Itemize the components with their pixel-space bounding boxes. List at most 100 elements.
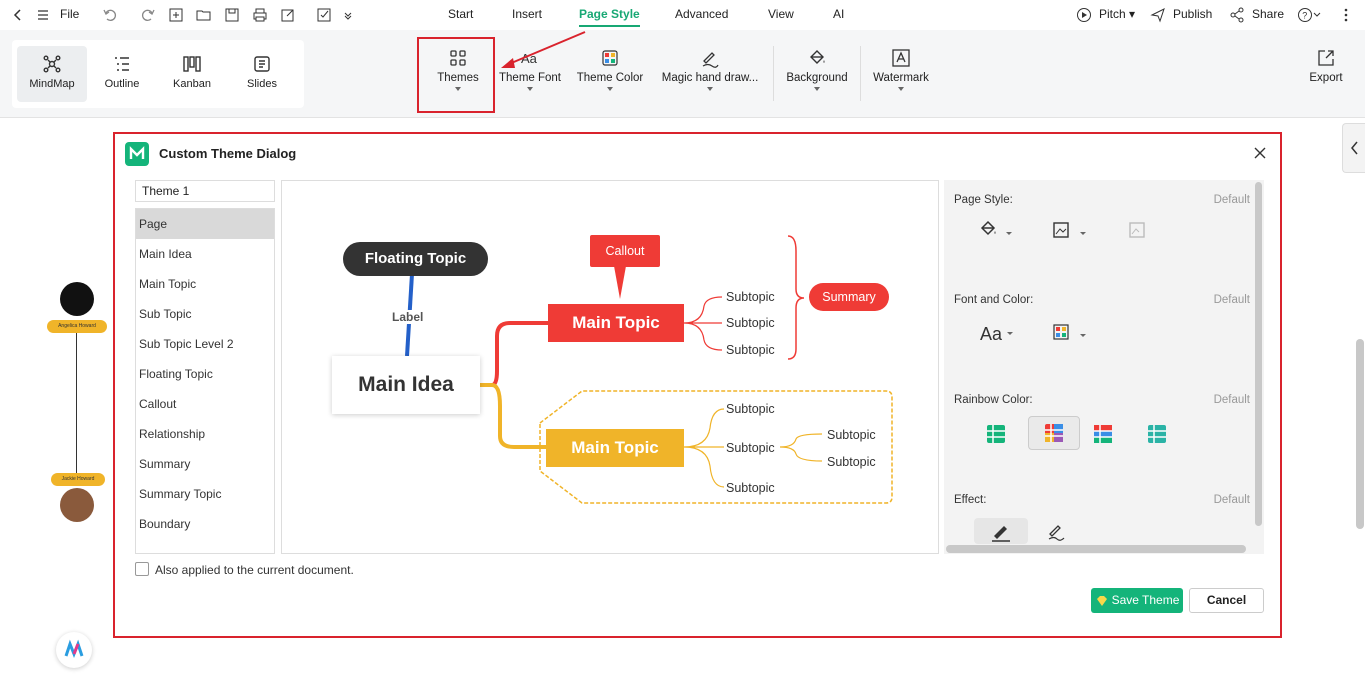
tab-page-style[interactable]: Page Style <box>579 7 640 27</box>
rainbow-option-selected[interactable] <box>1028 416 1080 450</box>
tab-advanced[interactable]: Advanced <box>675 7 728 21</box>
view-kanban-label: Kanban <box>173 78 211 90</box>
paint-bucket-icon <box>810 50 825 64</box>
watermark-image-icon <box>1129 222 1145 238</box>
undo-icon[interactable] <box>102 7 118 23</box>
help-icon[interactable]: ? <box>1297 7 1323 23</box>
close-icon[interactable] <box>1253 146 1267 160</box>
list-item-page[interactable]: Page <box>136 209 274 239</box>
back-icon[interactable] <box>12 8 24 22</box>
background-image-icon[interactable] <box>1048 218 1088 246</box>
preview-subtopic: Subtopic <box>726 481 775 495</box>
preview-callout: Callout <box>590 235 660 267</box>
task-icon[interactable] <box>316 7 332 23</box>
view-slides-label: Slides <box>247 78 277 90</box>
page-style-default: Default <box>1213 194 1250 206</box>
preview-subtopic: Subtopic <box>726 343 775 357</box>
file-menu[interactable]: File <box>60 7 79 21</box>
list-item-summary-topic[interactable]: Summary Topic <box>136 479 274 509</box>
preview-main-idea: Main Idea <box>332 356 480 414</box>
preview-summary: Summary <box>809 283 889 311</box>
background-fill-icon[interactable] <box>974 218 1014 246</box>
theme-font-caret <box>527 87 533 91</box>
person-node-label[interactable]: Jackie Howard <box>51 473 105 486</box>
sketch-effect-icon[interactable] <box>1042 518 1082 546</box>
avatar <box>60 282 94 316</box>
ribbon-divider <box>773 46 774 101</box>
export-small-icon[interactable] <box>280 7 300 23</box>
rainbow-option-colorful-icon[interactable] <box>1089 420 1129 448</box>
view-mindmap-button[interactable]: MindMap <box>17 46 87 102</box>
panel-horizontal-scrollbar[interactable] <box>946 545 1246 553</box>
publish-button[interactable]: Publish <box>1173 7 1212 21</box>
tab-view[interactable]: View <box>768 7 794 21</box>
redo-icon[interactable] <box>140 7 156 23</box>
slides-icon <box>254 56 270 72</box>
list-item-boundary[interactable]: Boundary <box>136 509 274 539</box>
save-theme-label: Save Theme <box>1111 593 1180 607</box>
pitch-button[interactable]: Pitch ▾ <box>1099 7 1135 21</box>
rainbow-option-teal-icon[interactable] <box>982 420 1022 448</box>
custom-theme-dialog: Custom Theme Dialog Page Main Idea Main … <box>113 132 1282 638</box>
pitch-icon <box>1077 8 1091 22</box>
theme-name-input[interactable] <box>135 180 275 202</box>
more-options-icon[interactable] <box>1338 7 1354 23</box>
font-aa-icon[interactable]: Aa <box>980 324 1002 345</box>
list-item-callout[interactable]: Callout <box>136 389 274 419</box>
list-item-main-idea[interactable]: Main Idea <box>136 239 274 269</box>
magic-hand-draw-caret <box>707 87 713 91</box>
print-icon[interactable] <box>252 7 268 23</box>
save-icon[interactable] <box>224 7 240 23</box>
view-slides-button[interactable]: Slides <box>227 46 297 102</box>
hamburger-menu-icon[interactable] <box>36 8 50 22</box>
avatar <box>60 488 94 522</box>
side-panel-toggle[interactable] <box>1342 123 1365 173</box>
background-button[interactable]: Background <box>785 48 849 91</box>
ribbon-toolbar: MindMap Outline Kanban Slides Themes Aa … <box>0 30 1365 118</box>
font-dropdown-caret[interactable] <box>1006 330 1014 338</box>
hand-draw-pen-icon <box>702 52 719 68</box>
share-button[interactable]: Share <box>1252 7 1284 21</box>
apply-current-doc-checkbox[interactable] <box>135 562 149 576</box>
page-style-heading: Page Style: <box>954 194 1013 206</box>
list-item-sub-topic-level-2[interactable]: Sub Topic Level 2 <box>136 329 274 359</box>
watermark-label: Watermark <box>873 72 929 84</box>
list-item-summary[interactable]: Summary <box>136 449 274 479</box>
rainbow-option-blue-icon[interactable] <box>1143 420 1183 448</box>
cancel-button[interactable]: Cancel <box>1189 588 1264 613</box>
watermark-caret <box>898 87 904 91</box>
watermark-button[interactable]: Watermark <box>871 48 931 91</box>
theme-color-label: Theme Color <box>576 72 644 84</box>
effect-option-selected[interactable] <box>974 518 1028 544</box>
view-outline-button[interactable]: Outline <box>87 46 157 102</box>
magic-hand-draw-button[interactable]: Magic hand draw... <box>660 48 760 91</box>
panel-vertical-scrollbar[interactable] <box>1255 182 1262 526</box>
person-node-label[interactable]: Angelica Howard <box>47 320 107 333</box>
share-icon <box>1230 7 1244 23</box>
list-item-floating-topic[interactable]: Floating Topic <box>136 359 274 389</box>
preview-subtopic-level-2: Subtopic <box>827 428 876 442</box>
open-folder-icon[interactable] <box>196 7 212 23</box>
menu-bar: File Start Insert Page Style Advanced Vi… <box>0 0 1365 30</box>
chevron-left-icon <box>1351 141 1358 155</box>
new-file-icon[interactable] <box>168 7 184 23</box>
hand-draw-effect-icon <box>992 526 1010 542</box>
view-kanban-button[interactable]: Kanban <box>157 46 227 102</box>
color-scheme-icon[interactable] <box>1048 320 1088 348</box>
list-item-relationship[interactable]: Relationship <box>136 419 274 449</box>
export-button[interactable]: Export <box>1306 48 1346 84</box>
canvas-scrollbar[interactable] <box>1356 339 1364 529</box>
more-chevron-icon[interactable] <box>343 10 353 20</box>
preview-main-topic-red: Main Topic <box>548 304 684 342</box>
outline-icon <box>115 57 129 71</box>
ai-assistant-button[interactable] <box>56 632 92 668</box>
tab-start[interactable]: Start <box>448 7 473 21</box>
tab-insert[interactable]: Insert <box>512 7 542 21</box>
rainbow-color-heading: Rainbow Color: <box>954 394 1033 406</box>
list-item-sub-topic[interactable]: Sub Topic <box>136 299 274 329</box>
tab-ai[interactable]: AI <box>833 7 844 21</box>
preview-subtopic: Subtopic <box>726 402 775 416</box>
view-mindmap-label: MindMap <box>29 78 75 90</box>
save-theme-button[interactable]: Save Theme <box>1091 588 1183 613</box>
list-item-main-topic[interactable]: Main Topic <box>136 269 274 299</box>
